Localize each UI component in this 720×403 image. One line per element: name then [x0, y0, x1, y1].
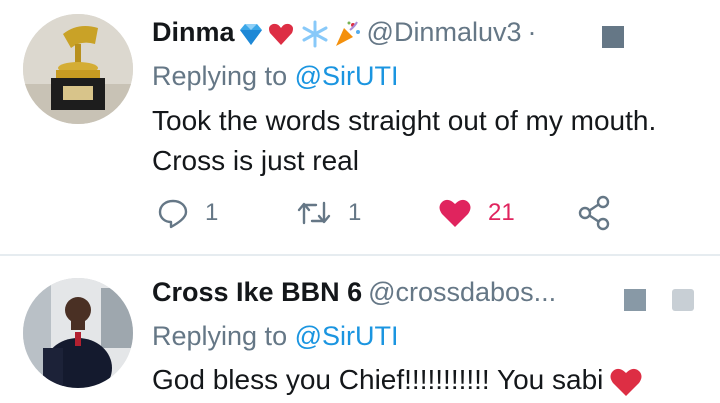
red-heart-icon: [610, 368, 642, 396]
tweet-text: Took the words straight out of my mouth.…: [152, 105, 657, 176]
heart-icon: [439, 199, 471, 227]
grammy-trophy-avatar-image: [23, 14, 133, 124]
reply-button[interactable]: 1: [157, 197, 218, 229]
tweet-actions: 1 1 21: [0, 195, 720, 235]
tweet-divider: [0, 254, 720, 256]
gem-icon: [239, 23, 262, 45]
reply-icon: [158, 199, 188, 229]
retweet-button[interactable]: 1: [296, 197, 361, 229]
share-button[interactable]: [578, 195, 612, 231]
tweet-text-container: God bless you Chief!!!!!!!!!!! You sabi: [152, 360, 692, 400]
profile-photo-avatar-image: [23, 278, 133, 388]
retweet-icon: [297, 201, 331, 225]
red-heart-icon: [268, 23, 293, 45]
tweet[interactable]: Cross Ike BBN 6 @crossdabos... Replying t…: [0, 258, 720, 403]
replying-to: Replying to @SirUTI: [152, 58, 399, 94]
mention-link[interactable]: @SirUTI: [295, 61, 399, 91]
separator-dot: ·: [527, 17, 537, 47]
like-button[interactable]: 21: [438, 197, 515, 229]
snowflake-icon: [302, 20, 328, 48]
tweet-header: Dinma @Dinmaluv3 ·: [152, 14, 537, 50]
avatar[interactable]: [23, 14, 133, 124]
user-handle[interactable]: @crossdabos...: [368, 277, 556, 307]
display-name[interactable]: Dinma: [152, 17, 235, 47]
tweet[interactable]: Dinma @Dinmaluv3 · Replying to @SirUTI Too…: [0, 0, 720, 255]
reply-count: 1: [205, 199, 219, 226]
party-popper-icon: [335, 21, 360, 46]
mention-link[interactable]: @SirUTI: [295, 321, 399, 351]
retweet-count: 1: [348, 199, 362, 226]
more-options-icon[interactable]: [602, 26, 624, 48]
like-count: 21: [488, 199, 515, 226]
display-name[interactable]: Cross Ike BBN 6: [152, 277, 362, 307]
overflow-icon[interactable]: [672, 289, 694, 311]
replying-prefix: Replying to: [152, 321, 288, 351]
avatar[interactable]: [23, 278, 133, 388]
tweet-text: God bless you Chief!!!!!!!!!!! You sabi: [152, 364, 604, 395]
replying-prefix: Replying to: [152, 61, 288, 91]
more-options-icon[interactable]: [624, 289, 646, 311]
tweet-header: Cross Ike BBN 6 @crossdabos...: [152, 274, 556, 310]
share-icon: [578, 195, 610, 231]
user-handle[interactable]: @Dinmaluv3: [367, 17, 522, 47]
replying-to: Replying to @SirUTI: [152, 318, 399, 354]
